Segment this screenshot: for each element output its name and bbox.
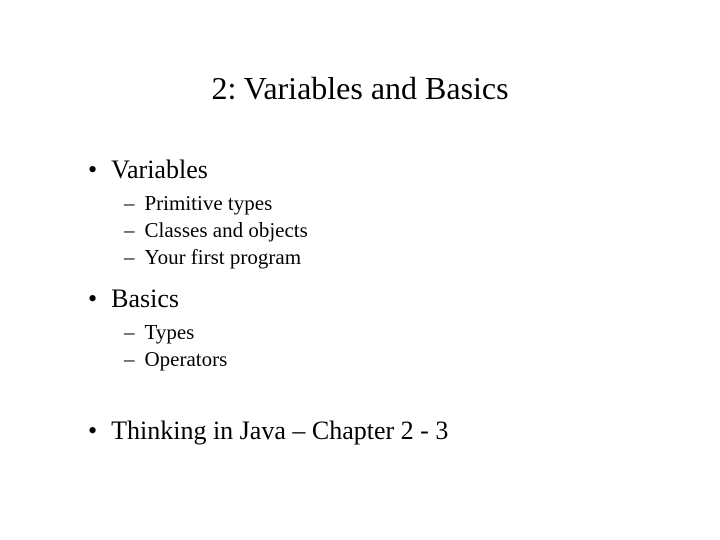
- dash-icon: –: [124, 320, 135, 345]
- sub-label: Operators: [145, 347, 228, 372]
- variables-sublist: – Primitive types – Classes and objects …: [88, 191, 660, 270]
- basics-sublist: – Types – Operators: [88, 320, 660, 372]
- sub-label: Classes and objects: [145, 218, 308, 243]
- dash-icon: –: [124, 245, 135, 270]
- dash-icon: –: [124, 218, 135, 243]
- sub-item-types: – Types: [124, 320, 660, 345]
- bullet-label: Basics: [111, 284, 179, 314]
- sub-label: Your first program: [145, 245, 302, 270]
- sub-label: Types: [145, 320, 195, 345]
- bullet-label: Variables: [111, 155, 208, 185]
- bullet-variables: • Variables: [88, 155, 660, 185]
- sub-item-operators: – Operators: [124, 347, 660, 372]
- bullet-icon: •: [88, 418, 97, 444]
- dash-icon: –: [124, 191, 135, 216]
- sub-item-classes: – Classes and objects: [124, 218, 660, 243]
- sub-item-primitive: – Primitive types: [124, 191, 660, 216]
- sub-item-first-program: – Your first program: [124, 245, 660, 270]
- sub-label: Primitive types: [145, 191, 273, 216]
- slide-content: • Variables – Primitive types – Classes …: [60, 155, 660, 446]
- bullet-icon: •: [88, 157, 97, 183]
- bullet-label: Thinking in Java – Chapter 2 - 3: [111, 416, 448, 446]
- dash-icon: –: [124, 347, 135, 372]
- bullet-basics: • Basics: [88, 284, 660, 314]
- bullet-reference: • Thinking in Java – Chapter 2 - 3: [88, 416, 660, 446]
- bullet-icon: •: [88, 286, 97, 312]
- slide-title: 2: Variables and Basics: [60, 70, 660, 107]
